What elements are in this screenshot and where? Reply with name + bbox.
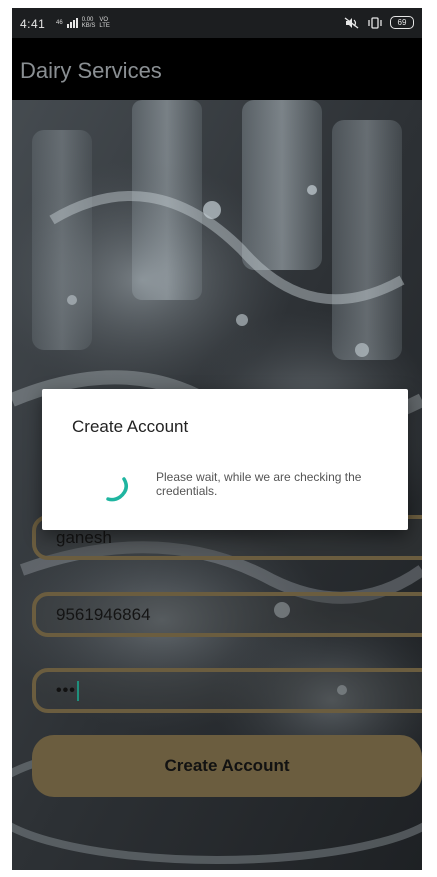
- data-speed: 0.00 KB/S: [81, 17, 96, 29]
- network-type: 46: [56, 20, 63, 26]
- mute-icon: [344, 16, 359, 29]
- dialog-message: Please wait, while we are checking the c…: [156, 470, 362, 498]
- app-title: Dairy Services: [20, 58, 162, 83]
- app-bar: Dairy Services: [12, 38, 422, 100]
- status-time: 4:41: [20, 17, 46, 31]
- dialog-title: Create Account: [72, 417, 189, 436]
- password-field-value: •••: [56, 681, 76, 699]
- phone-field[interactable]: 9561946864: [32, 592, 422, 637]
- volte-indicator: VO LTE: [99, 17, 110, 29]
- name-field-value: ganesh: [56, 527, 112, 547]
- progress-dialog: Create Account Please wait, while we are…: [42, 389, 408, 530]
- signal-icon: [66, 18, 78, 28]
- text-cursor: [76, 680, 79, 701]
- status-right: 69: [344, 16, 414, 29]
- loading-spinner-icon: [106, 477, 128, 502]
- network-indicator: 46 0.00 KB/S VO LTE: [56, 17, 110, 29]
- status-bar: 4:41 46 0.00 KB/S VO LTE 69: [12, 8, 422, 38]
- password-field[interactable]: •••: [32, 668, 422, 713]
- vibrate-icon: [368, 16, 382, 29]
- battery-icon: 69: [390, 16, 414, 29]
- create-account-button[interactable]: Create Account: [32, 735, 422, 797]
- app-screen: 4:41 46 0.00 KB/S VO LTE 69 Dairy Servic…: [12, 8, 422, 870]
- phone-field-value: 9561946864: [56, 604, 151, 624]
